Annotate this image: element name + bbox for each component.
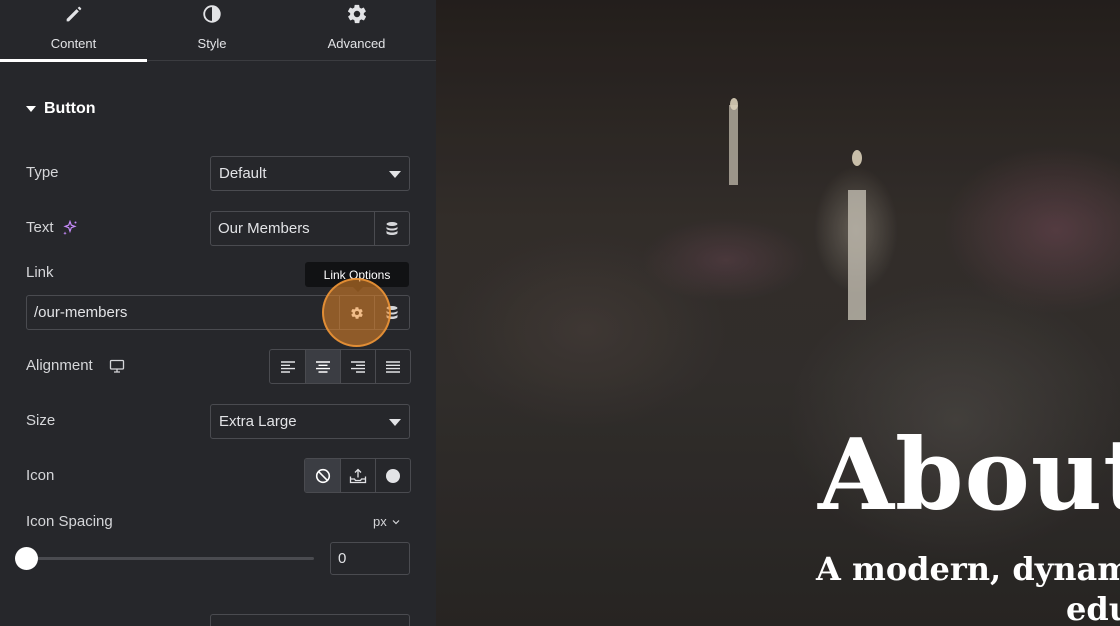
icon-spacing-label: Icon Spacing xyxy=(26,513,113,530)
circle-icon xyxy=(386,468,400,483)
half-circle-icon xyxy=(203,5,221,23)
type-label: Type xyxy=(26,164,59,181)
align-center-button[interactable] xyxy=(305,350,340,383)
desktop-icon[interactable] xyxy=(109,359,125,373)
unit-value: px xyxy=(373,514,387,529)
tab-advanced[interactable]: Advanced xyxy=(277,0,436,61)
unit-select[interactable]: px xyxy=(373,514,400,529)
icon-spacing-input[interactable]: 0 xyxy=(330,542,410,575)
next-field[interactable] xyxy=(210,614,410,626)
section-title: Button xyxy=(44,100,96,117)
chevron-down-icon xyxy=(389,171,401,178)
sparkle-icon[interactable] xyxy=(62,219,78,236)
icon-label: Icon xyxy=(26,467,54,484)
link-field: /our-members xyxy=(26,295,410,330)
alignment-label: Alignment xyxy=(26,357,125,374)
text-field: Our Members xyxy=(210,211,410,246)
tab-style[interactable]: Style xyxy=(147,0,277,61)
type-select-value: Default xyxy=(219,165,267,182)
align-right-icon xyxy=(351,360,365,373)
none-icon xyxy=(315,468,330,483)
align-justify-icon xyxy=(386,360,400,373)
hero-subtitle: A modern, dynamic xyxy=(816,550,1120,588)
align-left-icon xyxy=(280,360,295,373)
panel-tabs: Content Style Advanced xyxy=(0,0,436,62)
icon-label-text: Icon xyxy=(26,467,55,484)
gear-icon xyxy=(347,4,366,24)
alignment-button-group xyxy=(269,349,411,384)
section-toggle-button[interactable]: Button xyxy=(26,100,96,118)
size-select[interactable]: Extra Large xyxy=(210,404,410,439)
chevron-down-icon xyxy=(389,419,401,426)
type-select[interactable]: Default xyxy=(210,156,410,191)
database-icon xyxy=(386,305,398,319)
link-dynamic-tags-button[interactable] xyxy=(374,296,409,329)
size-label-text: Size xyxy=(26,412,56,429)
icon-spacing-slider-track[interactable] xyxy=(26,557,314,560)
link-label-text: Link xyxy=(26,264,54,281)
gear-icon xyxy=(351,306,363,319)
icon-none-button[interactable] xyxy=(305,459,340,492)
link-options-button[interactable] xyxy=(339,296,374,329)
chevron-down-icon xyxy=(392,519,400,524)
upload-icon xyxy=(349,468,367,483)
link-options-tooltip: Link Options xyxy=(305,262,409,292)
text-label: Text xyxy=(26,219,78,236)
text-label-text: Text xyxy=(26,219,54,236)
align-center-icon xyxy=(316,360,330,373)
hero-subtitle-line2: edu xyxy=(1066,590,1120,626)
align-left-button[interactable] xyxy=(270,350,305,383)
caret-down-icon xyxy=(26,106,36,112)
icon-button-group xyxy=(304,458,411,493)
text-dynamic-tags-button[interactable] xyxy=(374,212,409,245)
tab-content-label: Content xyxy=(50,36,97,51)
icon-spacing-label-text: Icon Spacing xyxy=(26,513,113,530)
tab-content[interactable]: Content xyxy=(0,0,147,62)
link-label: Link xyxy=(26,264,54,281)
icon-spacing-slider-handle[interactable] xyxy=(15,547,38,570)
align-justify-button[interactable] xyxy=(375,350,410,383)
pencil-icon xyxy=(66,6,81,22)
hero-heading: About xyxy=(818,418,1120,533)
icon-library-button[interactable] xyxy=(375,459,410,492)
text-input[interactable]: Our Members xyxy=(211,212,374,245)
tooltip-text: Link Options xyxy=(323,267,391,282)
database-icon xyxy=(386,221,398,235)
type-label-text: Type xyxy=(26,164,59,181)
link-input[interactable]: /our-members xyxy=(27,296,339,329)
tab-style-label: Style xyxy=(197,36,227,51)
icon-upload-button[interactable] xyxy=(340,459,375,492)
page-preview: About A modern, dynamic edu xyxy=(436,0,1120,626)
tab-advanced-label: Advanced xyxy=(327,36,386,51)
editor-panel: Content Style Advanced Button Type Defau… xyxy=(0,0,436,626)
alignment-label-text: Alignment xyxy=(26,357,93,374)
align-right-button[interactable] xyxy=(340,350,375,383)
size-select-value: Extra Large xyxy=(219,413,297,430)
size-label: Size xyxy=(26,412,55,429)
